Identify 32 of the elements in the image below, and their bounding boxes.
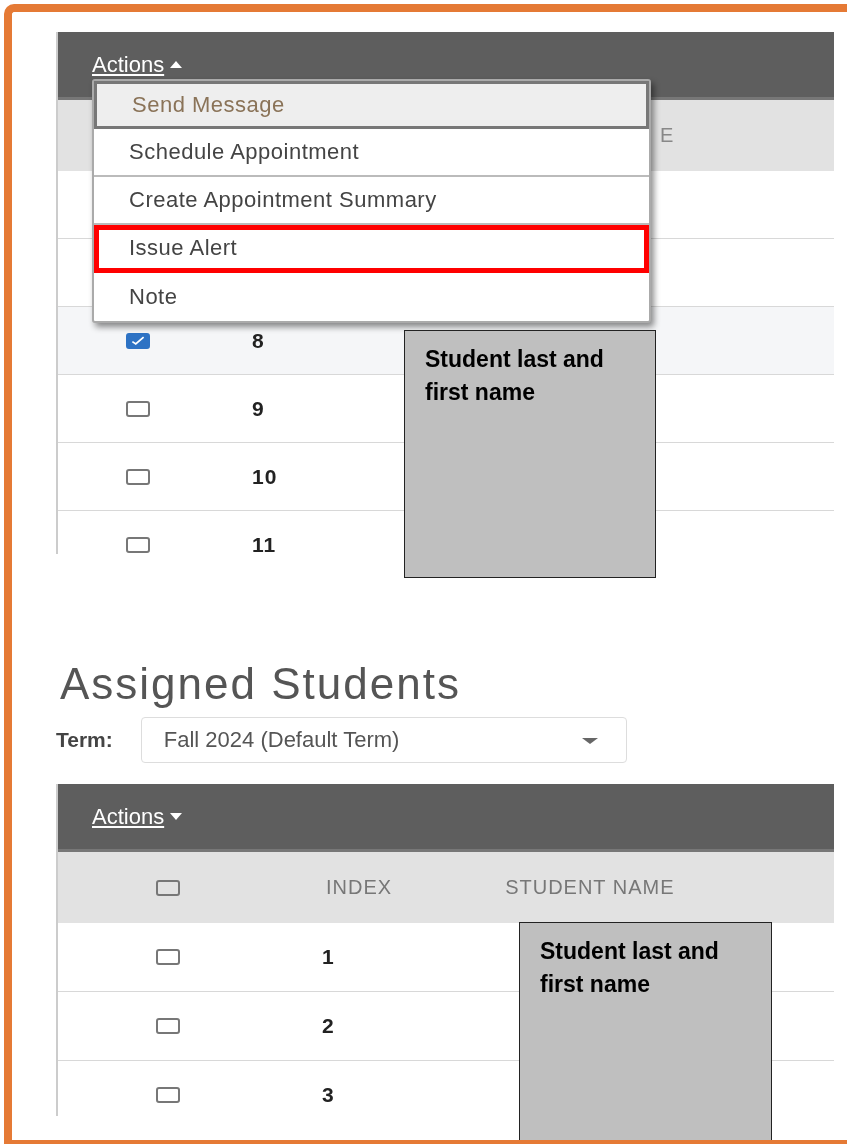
annotation-box: Student last and first name	[404, 330, 656, 578]
index-cell: 10	[252, 464, 278, 489]
page-title: Assigned Students	[60, 662, 462, 710]
row-checkbox[interactable]	[156, 949, 180, 965]
menu-item[interactable]: Issue Alert	[94, 225, 649, 273]
index-cell: 11	[252, 532, 277, 554]
caret-icon	[581, 738, 598, 744]
index-cell: 9	[252, 396, 265, 421]
actions-link[interactable]: Actions	[92, 803, 183, 830]
menu-item[interactable]: Send Message	[94, 81, 649, 129]
index-cell: 3	[322, 1083, 335, 1107]
row-checkbox[interactable]	[156, 1087, 180, 1103]
menu-item[interactable]: Create Appointment Summary	[94, 177, 649, 225]
caret-icon	[170, 813, 183, 820]
row-checkbox[interactable]	[126, 536, 150, 553]
column-header: E	[660, 124, 674, 147]
row-checkbox[interactable]	[126, 400, 150, 417]
menu-item[interactable]: Note	[94, 273, 649, 321]
index-cell: 2	[322, 1014, 335, 1038]
term-select[interactable]: Fall 2024 (Default Term)	[140, 717, 627, 763]
row-checkbox[interactable]	[156, 1018, 180, 1034]
row-checkbox[interactable]	[126, 468, 150, 485]
index-cell: 8	[252, 328, 265, 353]
menu-item[interactable]: Schedule Appointment	[94, 129, 649, 177]
actions-link[interactable]: Actions	[92, 51, 183, 78]
select-all-checkbox[interactable]	[156, 879, 180, 896]
term-label: Term:	[56, 728, 113, 752]
check-icon	[131, 336, 145, 345]
index-cell: 1	[322, 945, 335, 969]
annotation-box: Student last and first name	[519, 922, 772, 1140]
row-checkbox[interactable]	[126, 332, 150, 349]
caret-icon	[170, 61, 183, 68]
